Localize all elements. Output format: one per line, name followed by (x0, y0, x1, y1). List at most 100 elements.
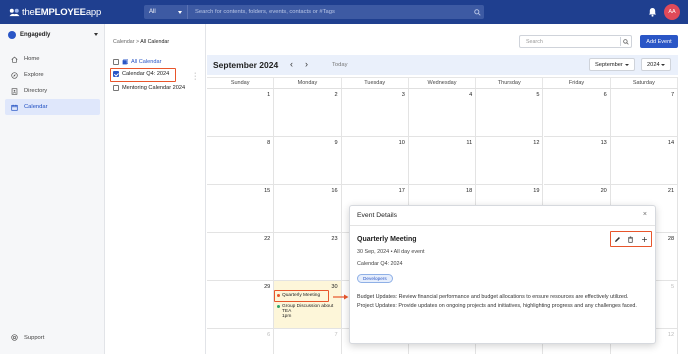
app-logo[interactable]: the EMPLOYEE app (9, 7, 101, 18)
more-options-icon[interactable]: · · · (194, 70, 196, 83)
day-number: 23 (331, 236, 338, 242)
event-date: 30 Sep, 2024 (357, 249, 390, 255)
search-icon[interactable] (620, 37, 630, 46)
day-cell[interactable]: 7 (274, 329, 342, 354)
day-number: 16 (331, 188, 338, 194)
delete-icon[interactable] (627, 236, 634, 243)
day-cell[interactable]: 11 (408, 137, 477, 185)
event-date-line: 30 Sep, 2024 • All day event (357, 249, 425, 255)
weekday-header: Sunday Monday Tuesday Wednesday Thursday… (207, 77, 678, 89)
add-icon[interactable] (641, 236, 648, 243)
today-button[interactable]: Today (332, 62, 347, 68)
global-search-input[interactable]: Search for contents, folders, events, co… (188, 9, 470, 15)
day-number: 1 (267, 92, 271, 98)
day-number: 9 (334, 140, 338, 146)
event-description: Budget Updates: Review financial perform… (357, 293, 647, 311)
day-cell[interactable]: 12 (476, 137, 544, 185)
chevron-down-icon (661, 64, 665, 66)
event-title: Quarterly Meeting (357, 236, 417, 243)
add-event-button[interactable]: Add Event (640, 35, 678, 48)
day-number: 14 (667, 140, 675, 146)
day-number: 12 (533, 140, 540, 146)
sidebar-nav: Home Explore Directory Calendar (5, 51, 100, 115)
event-tag[interactable]: Developers (357, 274, 393, 283)
day-cell[interactable]: 3 (341, 89, 409, 137)
global-search: All Search for contents, folders, events… (144, 5, 484, 19)
calendar-event[interactable]: Group Discussion about TEA 1pm (277, 304, 333, 319)
bell-icon[interactable] (648, 7, 657, 17)
day-cell[interactable]: 29 (207, 281, 275, 329)
event-calendar: Calendar Q4: 2024 (357, 261, 403, 267)
logo-main: EMPLOYEE (34, 6, 86, 18)
day-cell[interactable]: 5 (476, 89, 544, 137)
day-cell[interactable]: 23 (274, 233, 342, 281)
day-cell[interactable]: 14 (610, 137, 679, 185)
prev-month-icon[interactable]: ‹ (290, 59, 293, 69)
day-cell[interactable]: 10 (341, 137, 409, 185)
weekday-label: Saturday (611, 78, 678, 88)
calendar-checkbox[interactable] (113, 59, 119, 65)
sidebar-item-support[interactable]: Support (11, 334, 44, 341)
next-month-icon[interactable]: › (305, 59, 308, 69)
day-number: 3 (401, 92, 405, 98)
divider (350, 225, 655, 226)
day-cell[interactable]: 6 (207, 329, 275, 354)
event-all-day: All day event (393, 249, 425, 255)
calendar-search-input[interactable]: Search (519, 35, 632, 48)
year-select[interactable]: 2024 (641, 58, 671, 71)
day-cell[interactable]: 9 (274, 137, 342, 185)
day-number: 20 (600, 188, 607, 194)
day-number: 6 (603, 92, 607, 98)
day-number: 15 (264, 188, 271, 194)
day-number: 8 (267, 140, 271, 146)
day-number: 13 (600, 140, 607, 146)
weekday-label: Friday (543, 78, 611, 88)
day-cell[interactable]: 8 (207, 137, 275, 185)
day-number: 21 (667, 188, 675, 194)
search-icon[interactable] (470, 8, 484, 16)
day-cell[interactable]: 7 (610, 89, 679, 137)
day-number: 30 (331, 284, 338, 290)
sidebar-item-label: Explore (24, 72, 44, 78)
search-scope-select[interactable]: All (144, 5, 188, 19)
day-number: 6 (267, 332, 271, 338)
event-dot (277, 305, 280, 308)
day-cell[interactable]: 13 (543, 137, 611, 185)
chevron-down-icon (625, 64, 629, 66)
support-label: Support (24, 334, 45, 341)
calendar-item-mentoring[interactable]: Mentoring Calendar 2024 (113, 85, 185, 91)
day-cell[interactable]: 16 (274, 185, 342, 233)
day-cell[interactable]: 22 (207, 233, 275, 281)
avatar[interactable]: AA (664, 4, 680, 20)
calendar-checkbox[interactable] (113, 85, 119, 91)
day-cell[interactable]: 2 (274, 89, 342, 137)
close-icon[interactable]: × (643, 211, 647, 218)
org-name: Engagedly (20, 32, 51, 38)
sidebar-item-calendar[interactable]: Calendar (5, 99, 100, 115)
org-switcher[interactable]: Engagedly (8, 31, 98, 39)
calendar-stack-icon (122, 59, 128, 65)
logo-prefix: the (22, 6, 35, 18)
edit-icon[interactable] (614, 236, 621, 243)
sidebar-item-explore[interactable]: Explore (5, 67, 100, 83)
calendar-search-placeholder: Search (526, 38, 543, 45)
breadcrumb-current: All Calendar (140, 39, 170, 45)
description-line: Budget Updates: Review financial perform… (357, 294, 629, 300)
day-number: 2 (334, 92, 338, 98)
sidebar-item-directory[interactable]: Directory (5, 83, 100, 99)
breadcrumb-root[interactable]: Calendar (113, 39, 135, 45)
sidebar-item-label: Directory (24, 88, 48, 94)
day-cell[interactable]: 6 (543, 89, 611, 137)
calendar-item-all[interactable]: All Calendar (113, 59, 161, 65)
home-icon (11, 56, 18, 63)
day-number: 5 (670, 284, 675, 290)
day-number: 29 (264, 284, 271, 290)
sidebar-item-home[interactable]: Home (5, 51, 100, 67)
weekday-label: Monday (274, 78, 342, 88)
day-cell[interactable]: 4 (408, 89, 477, 137)
day-cell[interactable]: 15 (207, 185, 275, 233)
help-icon (11, 334, 18, 341)
day-number: 22 (264, 236, 271, 242)
day-cell[interactable]: 1 (207, 89, 275, 137)
month-select[interactable]: September (589, 58, 635, 71)
